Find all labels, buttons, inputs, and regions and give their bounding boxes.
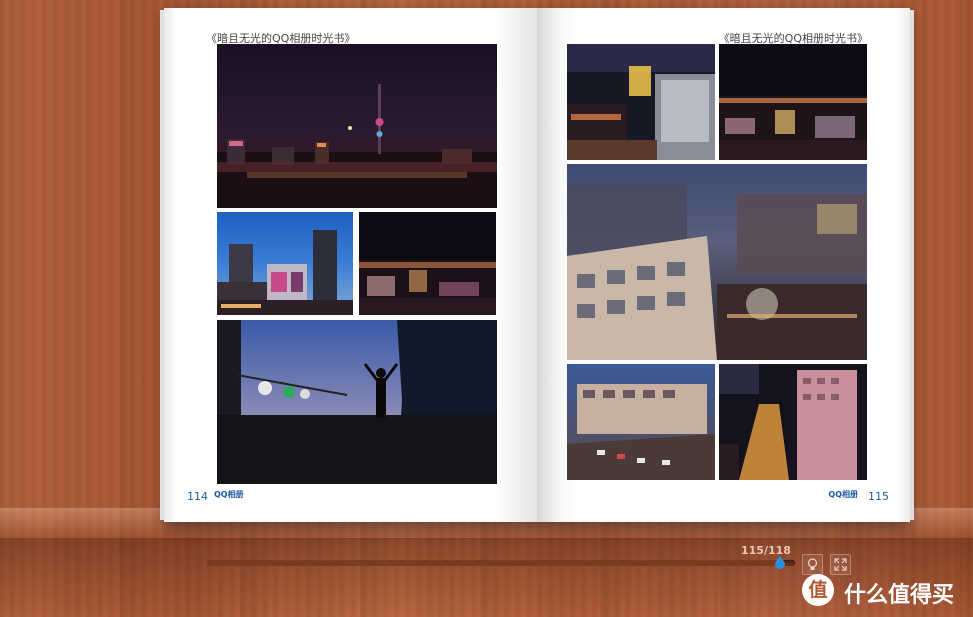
left-page-logo: QQ相册 (214, 490, 244, 499)
photo-street-traffic (567, 364, 715, 480)
photo-apartment-tiltshift (567, 164, 867, 360)
right-page[interactable]: 《暗且无光的QQ相册时光书》 QQ相册 115 (537, 8, 914, 522)
photo-neon-street (567, 44, 715, 160)
photo-night-street-lights (359, 212, 496, 315)
photo-city-night-tower (217, 44, 497, 208)
watermark-logo-icon: 值 (802, 574, 834, 606)
right-page-edge (910, 10, 914, 520)
progress-fill (207, 560, 781, 566)
fullscreen-button[interactable] (830, 554, 851, 575)
photo-blue-hour-buildings (217, 212, 353, 315)
lightbulb-icon (807, 558, 818, 570)
progress-thumb[interactable] (775, 556, 786, 569)
watermark-text: 什么值得买 (844, 583, 955, 608)
left-page[interactable]: 《暗且无光的QQ相册时光书》 114 QQ相册 (160, 8, 537, 522)
photo-rooftop-silhouette (217, 320, 497, 484)
photo-city-night-glow (719, 44, 867, 160)
photo-night-market-street (719, 364, 867, 480)
right-page-logo: QQ相册 (828, 490, 858, 499)
right-page-number: 115 (868, 490, 889, 503)
site-watermark: 值 什么值得买 (800, 574, 970, 608)
left-page-number: 114 (187, 490, 208, 503)
photo-book[interactable]: 《暗且无光的QQ相册时光书》 114 QQ相册 《暗且无光的QQ相册时光书》 Q… (160, 8, 914, 522)
expand-icon (834, 558, 847, 571)
lightbulb-button[interactable] (802, 554, 823, 575)
left-page-edge (160, 10, 164, 520)
page-progress-slider[interactable] (207, 560, 795, 566)
